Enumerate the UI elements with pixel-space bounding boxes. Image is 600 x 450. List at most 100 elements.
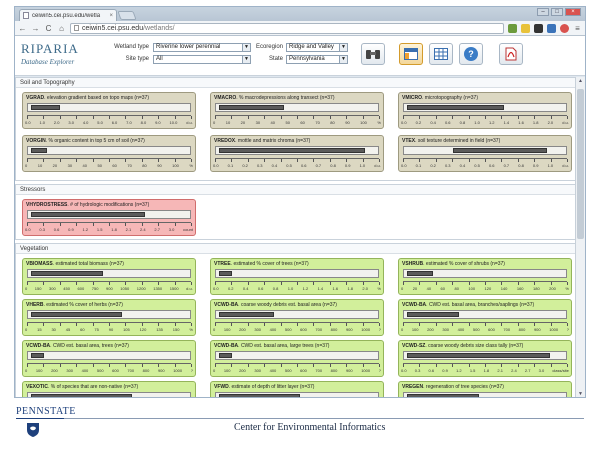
address-bar[interactable]: ceiwin5.cei.psu.edu/wetlands/: [70, 22, 504, 34]
tick-label: 1.6: [332, 286, 339, 291]
new-tab-button[interactable]: [117, 11, 137, 20]
metric-card-vherb[interactable]: VHERB. estimated % cover of herbs (n=37)…: [22, 299, 196, 336]
metric-card-vgrad[interactable]: VGRAD. elevation gradient based on topo …: [22, 92, 196, 129]
tab-close-icon[interactable]: ×: [109, 13, 113, 19]
minimize-button[interactable]: –: [537, 8, 549, 16]
card-code: VSHRUB: [402, 261, 424, 267]
card-description: . % organic content in top 5 cm of soil …: [45, 138, 145, 144]
metric-card-vtree[interactable]: VTREE. estimated % cover of trees (n=37)…: [210, 258, 384, 295]
metric-card-vmacro[interactable]: VMACRO. % macrodepressions along transec…: [210, 92, 384, 129]
axis-tick: [452, 159, 454, 162]
axis-tick: [264, 364, 266, 367]
bookmark-star-icon[interactable]: [521, 23, 530, 33]
reload-button[interactable]: C: [44, 24, 53, 33]
metric-card-vregen[interactable]: VREGEN. regeneration of tree species (n=…: [398, 381, 572, 397]
range-bar[interactable]: [219, 394, 301, 397]
axis-tick: [435, 116, 437, 119]
wetland-type-select[interactable]: Riverine lower perennial ▼: [153, 43, 251, 52]
metric-card-vcwd-ba-trees[interactable]: VCWD-BA. CWD est. basal area, trees (n=3…: [22, 340, 196, 377]
table-view-button[interactable]: [429, 43, 453, 65]
scrollbar[interactable]: ▲ ▼: [575, 77, 585, 397]
axis-tick: [231, 282, 233, 285]
range-bar[interactable]: [31, 312, 122, 317]
tick-label: d.u.: [562, 163, 569, 168]
back-button[interactable]: ←: [18, 24, 27, 33]
extension-icon[interactable]: [534, 23, 543, 33]
search-button[interactable]: [361, 43, 385, 65]
scroll-down-icon[interactable]: ▼: [577, 391, 584, 397]
range-bar[interactable]: [31, 394, 132, 397]
axis-tick: [191, 223, 192, 226]
range-bar[interactable]: [31, 105, 61, 110]
range-bar[interactable]: [219, 105, 285, 110]
tick-label: 0.1: [227, 163, 234, 168]
axis-tick: [247, 116, 249, 119]
extension-icon[interactable]: [508, 23, 517, 33]
menu-button[interactable]: ≡: [573, 24, 582, 33]
metric-card-vmicro[interactable]: VMICRO. microtopography (n=37) 0.0 0.2 0.4 0…: [398, 92, 572, 129]
axis-tick: [419, 323, 421, 326]
forward-button[interactable]: →: [31, 24, 40, 33]
range-bar[interactable]: [219, 353, 233, 358]
tick-label: 700: [503, 327, 511, 332]
axis-tick: [215, 323, 216, 326]
axis-tick: [76, 116, 78, 119]
metric-card-vexotic[interactable]: VEXOTIC. % of species that are non-nativ…: [22, 381, 196, 397]
range-bar[interactable]: [31, 353, 45, 358]
range-bar[interactable]: [219, 148, 366, 153]
range-bar[interactable]: [407, 105, 505, 110]
metric-card-vhydrostress[interactable]: VHYDROSTRESS. # of hydrologic modificati…: [22, 199, 196, 236]
metric-card-vshrub[interactable]: VSHRUB. estimated % cover of shrubs (n=3…: [398, 258, 572, 295]
range-bar[interactable]: [407, 312, 460, 317]
metric-card-vcwd-sz[interactable]: VCWD-SZ. coarse woody debris size class …: [398, 340, 572, 377]
tick-label: 0: [213, 120, 216, 125]
range-bar[interactable]: [407, 271, 434, 276]
wetland-type-value: Riverine lower perennial: [156, 44, 221, 50]
maximize-button[interactable]: □: [551, 8, 563, 16]
site-type-select[interactable]: All ▼: [153, 55, 251, 64]
range-bar[interactable]: [407, 353, 550, 358]
ecoregion-select[interactable]: Ridge and Valley ▼: [286, 43, 348, 52]
tick-label: 90: [157, 163, 162, 168]
extension-icon[interactable]: [547, 23, 556, 33]
scroll-up-icon[interactable]: ▲: [577, 78, 584, 85]
chevron-down-icon: ▼: [339, 44, 347, 51]
metric-card-vtex[interactable]: VTEX. soil texture determined in field (…: [398, 135, 572, 172]
metric-card-vcwd-ba-large-trees[interactable]: VCWD-BA. CWD est. basal area, large tree…: [210, 340, 384, 377]
export-pdf-button[interactable]: [499, 43, 523, 65]
tick-label: 600: [300, 327, 307, 332]
range-bar[interactable]: [31, 148, 48, 153]
tick-label: 3.0: [168, 227, 175, 232]
range-bar[interactable]: [407, 394, 479, 397]
close-window-button[interactable]: ×: [565, 8, 581, 16]
extension-icon[interactable]: [560, 23, 569, 33]
range-bar[interactable]: [219, 312, 275, 317]
axis-tick: [109, 364, 110, 367]
app-subtitle: Database Explorer: [21, 58, 75, 66]
metric-card-vorgin[interactable]: VORGIN. % organic content in top 5 cm of…: [22, 135, 196, 172]
axis-tick: [567, 116, 568, 119]
axis-scale: 0.0 1.0 2.0 3.0 4.0 5.0 6.0 7.0 8.0 9.0 10.0 d.u.: [25, 120, 193, 125]
range-bar[interactable]: [31, 212, 145, 217]
scroll-thumb[interactable]: [577, 89, 584, 239]
range-bar[interactable]: [219, 271, 233, 276]
axis-tick: [125, 323, 127, 326]
metric-card-vredox[interactable]: VREDOX. mottle and matrix chroma (n=37) 0…: [210, 135, 384, 172]
metric-card-vcwd-ba-branches[interactable]: VCWD-BA. CWD est. basal area, branches/s…: [398, 299, 572, 336]
home-button[interactable]: ⌂: [57, 24, 66, 33]
axis-tick: [297, 116, 298, 119]
help-button[interactable]: ?: [459, 43, 483, 65]
range-bar[interactable]: [31, 271, 103, 276]
range-track: [215, 351, 379, 360]
range-bar[interactable]: [452, 148, 547, 153]
card-title: VSHRUB. estimated % cover of shrubs (n=3…: [402, 261, 568, 268]
axis-tick: [141, 159, 143, 162]
tick-label: 500: [284, 327, 292, 332]
browser-tab[interactable]: ceiwin5.cei.psu.edu/wetla ×: [19, 9, 117, 21]
metric-card-vbiomass[interactable]: VBIOMASS. estimated total biomass (n=37)…: [22, 258, 196, 295]
state-select[interactable]: Pennsylvania ▼: [286, 55, 348, 64]
metric-card-vcwd-ba[interactable]: VCWD-BA. coarse woody debris est. basal …: [210, 299, 384, 336]
range-track: [27, 103, 191, 112]
metric-card-vfwd[interactable]: VFWD. estimate of depth of litter layer …: [210, 381, 384, 397]
layout-view-button[interactable]: [399, 43, 423, 65]
